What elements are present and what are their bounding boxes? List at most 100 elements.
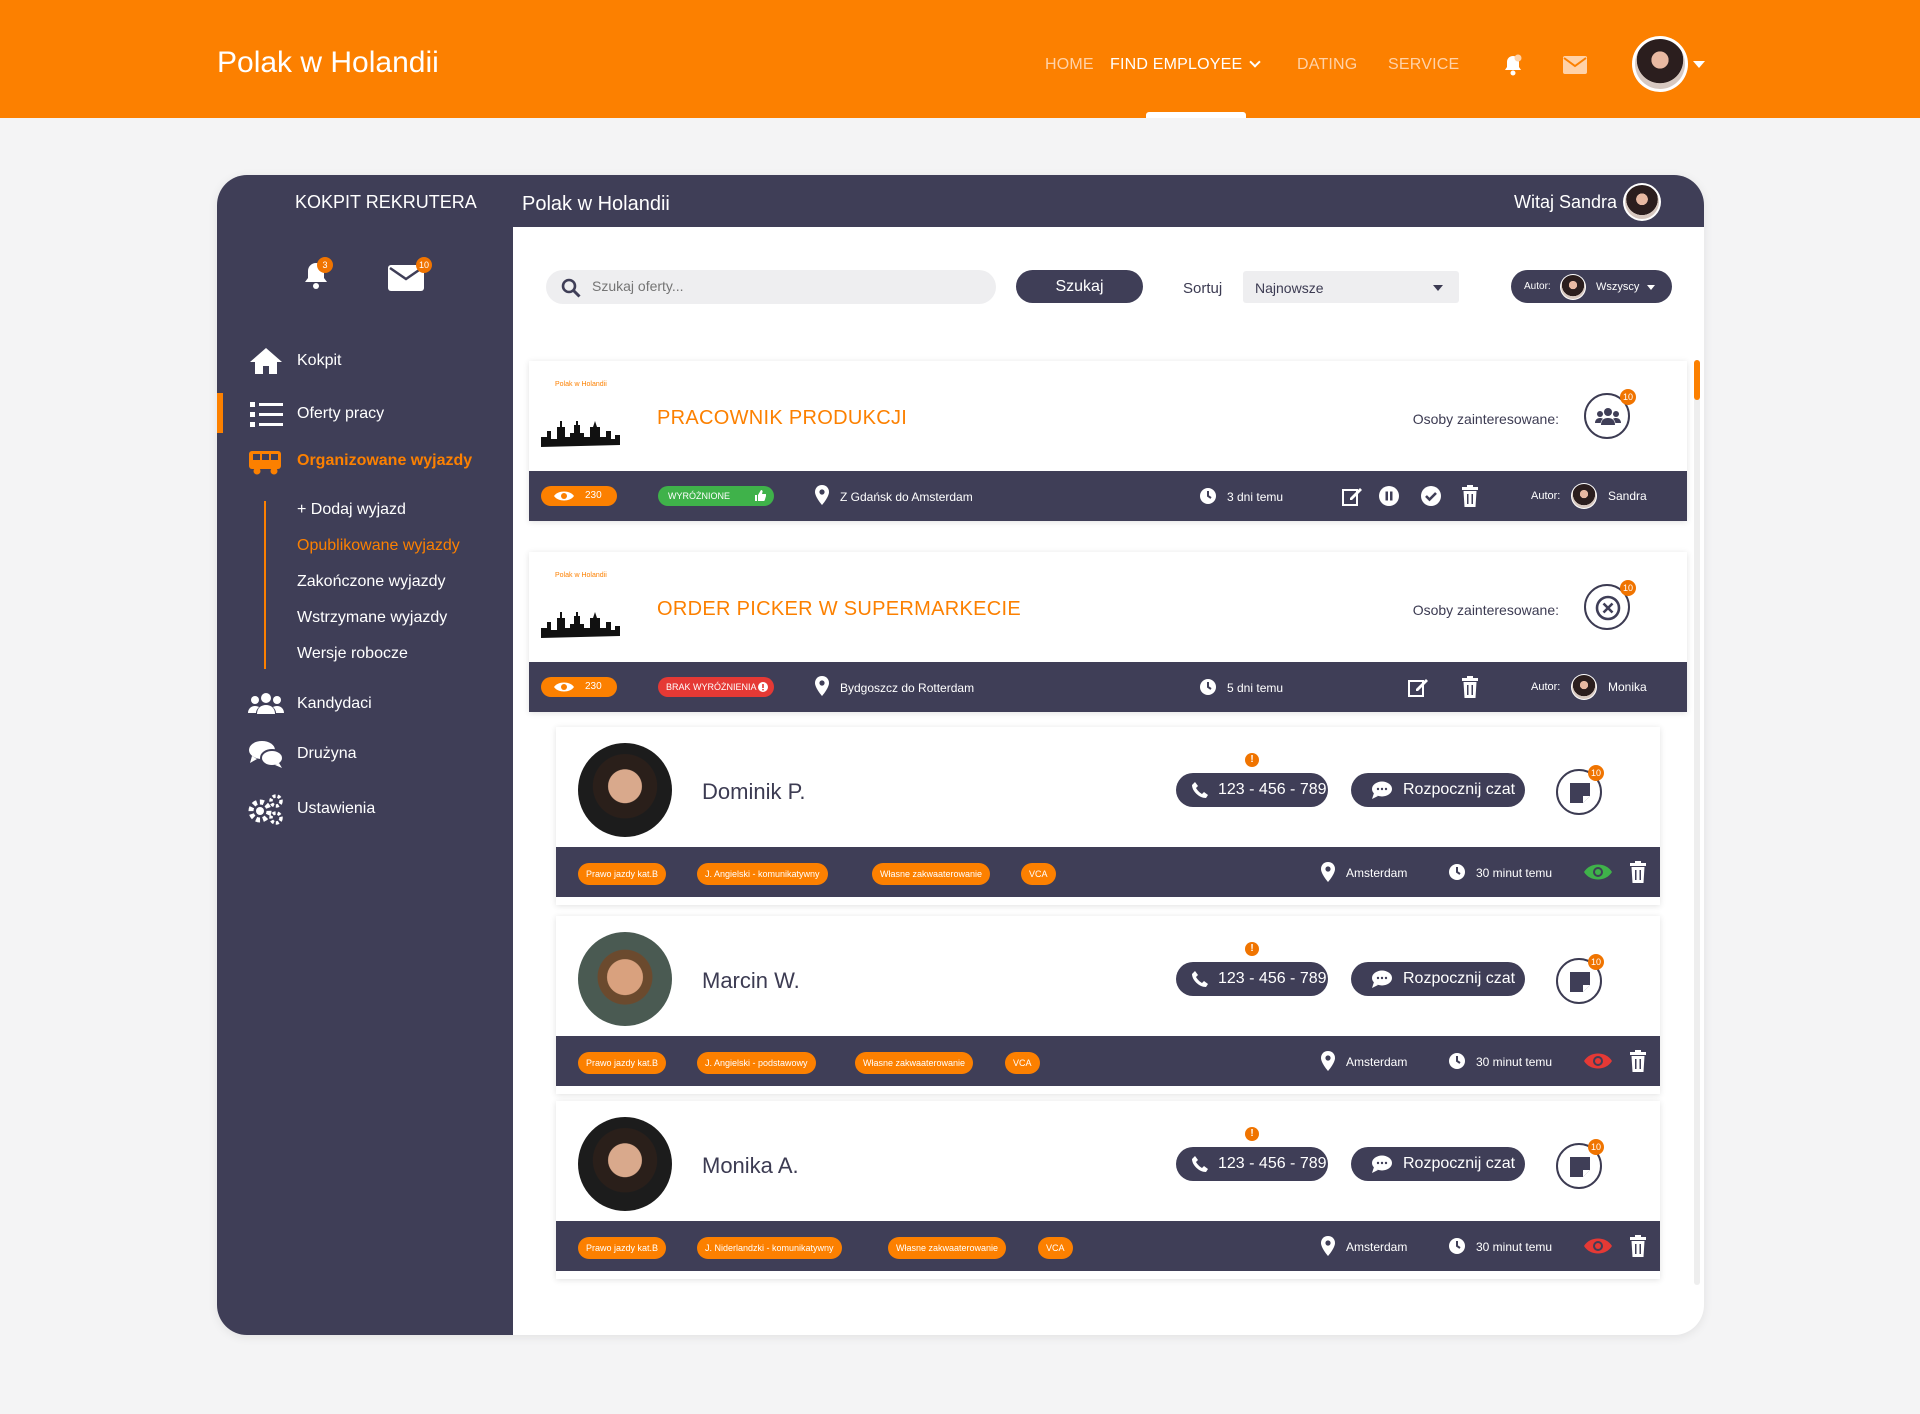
nav-home[interactable]: HOME (1045, 56, 1094, 74)
location-pin-icon (815, 485, 829, 505)
candidate-card[interactable]: Monika A. ! 123 - 456 - 789 Rozpocznij c… (556, 1101, 1660, 1279)
eye-icon[interactable] (1583, 863, 1613, 881)
search-button[interactable]: Szukaj (1016, 270, 1143, 303)
nav-find-employee[interactable]: FIND EMPLOYEE (1110, 56, 1262, 74)
trash-icon[interactable] (1629, 861, 1647, 883)
phone-icon (1192, 1156, 1208, 1172)
sort-value: Najnowsze (1255, 280, 1324, 296)
avatar-photo (1561, 275, 1585, 299)
candidate-name[interactable]: Dominik P. (702, 779, 806, 805)
sidebar-item-kokpit[interactable]: Kokpit (217, 339, 513, 383)
chevron-down-icon (1249, 56, 1262, 68)
status-badge: BRAK WYRÓŻNIENIA (658, 677, 774, 697)
sidebar-item-organizowane-wyjazdy[interactable]: Organizowane wyjazdy (217, 439, 513, 483)
author-name: Monika (1608, 680, 1647, 694)
greeting: Witaj Sandra (1513, 192, 1617, 212)
sidebar-item-label: Kokpit (297, 352, 342, 369)
trash-icon[interactable] (1629, 1050, 1647, 1072)
interested-button[interactable]: 10 (1584, 580, 1636, 630)
submenu-published-trips[interactable]: Opublikowane wyjazdy (297, 537, 460, 555)
phone-button[interactable]: 123 - 456 - 789 (1176, 1147, 1328, 1181)
edit-icon[interactable] (1407, 676, 1429, 698)
sidebar-item-oferty-pracy[interactable]: Oferty pracy (217, 392, 513, 436)
location-pin-icon (1321, 1236, 1335, 1256)
mail-icon[interactable] (1563, 56, 1587, 74)
sidebar-item-ustawienia[interactable]: Ustawienia (217, 787, 513, 831)
sidebar-item-druzyna[interactable]: Drużyna (217, 732, 513, 776)
submenu-add-trip[interactable]: + Dodaj wyjazd (297, 501, 406, 519)
notes-button[interactable]: 10 (1556, 765, 1604, 815)
submenu-paused-trips[interactable]: Wstrzymane wyjazdy (297, 609, 447, 627)
offer-title[interactable]: PRACOWNIK PRODUKCJI (657, 407, 907, 430)
phone-number: 123 - 456 - 789 (1218, 970, 1327, 987)
submenu-drafts[interactable]: Wersje robocze (297, 645, 408, 663)
skill-tag: Własne zakwaaterowanie (888, 1237, 1007, 1259)
offer-card[interactable]: Polak w Holandii PRACOWNIK PRODUKCJI Oso… (529, 361, 1687, 521)
views-pill: 230 (541, 486, 617, 506)
start-chat-button[interactable]: Rozpocznij czat (1351, 773, 1525, 807)
chat-icon (1372, 970, 1392, 988)
eye-icon (554, 682, 574, 692)
notes-button[interactable]: 10 (1556, 954, 1604, 1004)
time-ago: 5 dni temu (1227, 681, 1284, 695)
phone-button[interactable]: 123 - 456 - 789 (1176, 962, 1328, 996)
notes-button[interactable]: 10 (1556, 1139, 1604, 1189)
interested-badge: 10 (1620, 580, 1636, 596)
status-text: WYRÓŻNIONE (668, 491, 730, 501)
city-skyline-icon (541, 421, 620, 447)
search-icon (561, 278, 581, 298)
trash-icon[interactable] (1461, 485, 1479, 507)
nav-dating[interactable]: DATING (1297, 56, 1357, 74)
skill-tag: Prawo jazdy kat.B (578, 1237, 667, 1259)
offer-title[interactable]: ORDER PICKER W SUPERMARKECIE (657, 598, 1021, 621)
brand-logo[interactable]: Polak w Holandii (217, 46, 439, 80)
offer-top: Polak w Holandii ORDER PICKER W SUPERMAR… (529, 552, 1687, 662)
avatar[interactable] (1623, 183, 1661, 221)
clock-icon (1200, 488, 1216, 504)
panel-title: Polak w Holandii (522, 193, 670, 215)
skill-tag: Prawo jazdy kat.B (578, 1052, 667, 1074)
search-field (546, 270, 996, 304)
skill-tag: J. Niderlandzki - komunikatywny (697, 1237, 842, 1259)
caret-down-icon (1647, 285, 1655, 290)
author-label: Autor: (1531, 490, 1561, 502)
check-icon[interactable] (1420, 485, 1442, 507)
eye-icon[interactable] (1583, 1052, 1613, 1070)
scrollbar[interactable] (1694, 360, 1700, 1285)
candidate-name[interactable]: Marcin W. (702, 968, 800, 994)
route: Z Gdańsk do Amsterdam (840, 490, 973, 504)
author-filter[interactable]: Autor: Wszyscy (1511, 270, 1672, 303)
sort-select[interactable]: Najnowsze (1243, 271, 1459, 303)
clock-icon (1449, 1238, 1465, 1254)
eye-icon[interactable] (1583, 1237, 1613, 1255)
sidebar-title: KOKPIT REKRUTERA (295, 192, 477, 212)
start-chat-button[interactable]: Rozpocznij czat (1351, 1147, 1525, 1181)
candidate-name[interactable]: Monika A. (702, 1153, 799, 1179)
start-chat-button[interactable]: Rozpocznij czat (1351, 962, 1525, 996)
trash-icon[interactable] (1461, 676, 1479, 698)
sidebar-item-label: Drużyna (297, 745, 357, 762)
submenu-finished-trips[interactable]: Zakończone wyjazdy (297, 573, 446, 591)
interested-button[interactable]: 10 (1584, 389, 1636, 439)
nav-service[interactable]: SERVICE (1388, 56, 1459, 74)
avatar (1571, 674, 1597, 700)
sidebar-item-kandydaci[interactable]: Kandydaci (217, 682, 513, 726)
bell-icon[interactable] (1503, 54, 1523, 76)
offer-card[interactable]: Polak w Holandii ORDER PICKER W SUPERMAR… (529, 552, 1687, 712)
candidate-card[interactable]: Dominik P. ! 123 - 456 - 789 Rozpocznij … (556, 727, 1660, 905)
pause-icon[interactable] (1378, 485, 1400, 507)
info-icon: ! (1245, 1127, 1259, 1141)
edit-icon[interactable] (1341, 485, 1363, 507)
clock-icon (1449, 864, 1465, 880)
phone-button[interactable]: 123 - 456 - 789 (1176, 773, 1328, 807)
candidate-card[interactable]: Marcin W. ! 123 - 456 - 789 Rozpocznij c… (556, 916, 1660, 1094)
author-name: Sandra (1608, 489, 1647, 503)
user-avatar[interactable] (1632, 36, 1688, 92)
list-icon (250, 402, 283, 427)
caret-down-icon[interactable] (1693, 61, 1705, 68)
clock-icon (1449, 1053, 1465, 1069)
scrollbar-thumb[interactable] (1694, 360, 1700, 400)
trash-icon[interactable] (1629, 1235, 1647, 1257)
search-input[interactable] (592, 278, 972, 294)
offer-bar: 230 WYRÓŻNIONE Z Gdańsk do Amsterdam 3 d… (529, 471, 1687, 521)
